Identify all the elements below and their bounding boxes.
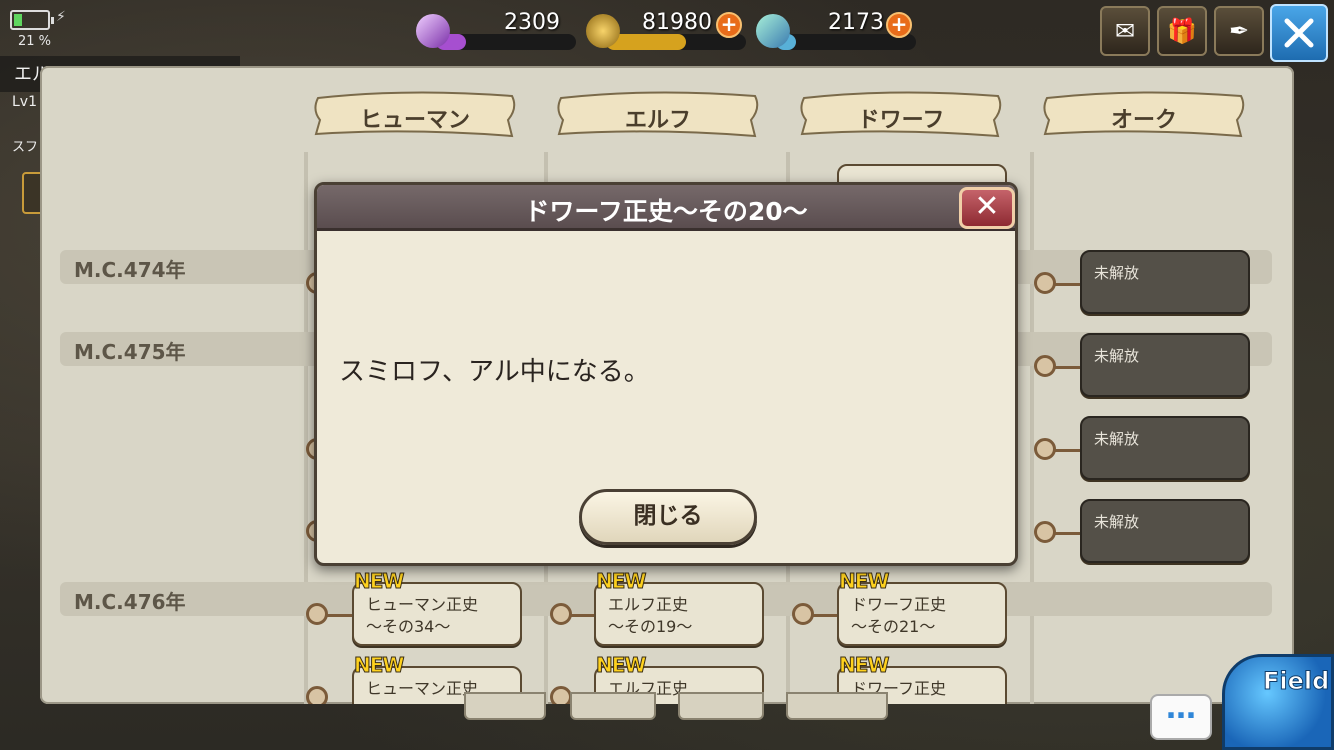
locked-story-card[interactable]: 未解放: [1080, 416, 1250, 480]
timeline-connector: [1054, 532, 1082, 535]
timeline-node: [1034, 438, 1056, 460]
new-badge: NEW: [353, 569, 404, 593]
chat-icon: …: [1166, 691, 1196, 726]
locked-story-card[interactable]: 未解放: [1080, 499, 1250, 563]
quill-icon[interactable]: ✒: [1214, 6, 1264, 56]
locked-story-card[interactable]: 未解放: [1080, 250, 1250, 314]
card-subtitle: 〜その21〜: [851, 617, 936, 636]
timeline-connector: [326, 614, 354, 617]
gem-icon: [756, 14, 790, 48]
player-subtext: スフ: [12, 140, 39, 155]
bottom-menu-tab[interactable]: [678, 692, 764, 720]
add-gold-button[interactable]: +: [716, 12, 742, 38]
story-card-dwarf-21[interactable]: NEW ドワーフ正史 〜その21〜: [837, 570, 1007, 646]
timeline-connector: [812, 614, 840, 617]
tab-human-label: ヒューマン: [359, 108, 470, 133]
bottom-menu-tab[interactable]: [786, 692, 888, 720]
tab-elf[interactable]: エルフ: [551, 90, 765, 144]
tab-dwarf[interactable]: ドワーフ: [794, 90, 1008, 144]
year-label: M.C.474年: [74, 258, 186, 282]
crystal-value: 2309: [504, 10, 560, 35]
close-dialog-button[interactable]: 閉じる: [579, 489, 757, 545]
close-icon: ✕: [974, 189, 1000, 224]
timeline-node: [306, 603, 328, 625]
tab-orc-label: オーク: [1110, 108, 1177, 133]
crystal-icon: [416, 14, 450, 48]
crystal-currency: 2309: [416, 8, 586, 50]
field-label: Field: [1262, 667, 1330, 696]
locked-label: 未解放: [1094, 430, 1140, 448]
new-badge: NEW: [595, 569, 646, 593]
bottom-menu-tab[interactable]: [464, 692, 546, 720]
story-card-human-34[interactable]: NEW ヒューマン正史 〜その34〜: [352, 570, 522, 646]
close-screen-button[interactable]: [1270, 4, 1328, 62]
charging-icon: ⚡: [56, 9, 66, 25]
timeline-node: [550, 603, 572, 625]
new-badge: NEW: [838, 569, 889, 593]
battery-icon: [10, 10, 54, 30]
crystal-bar: [436, 34, 576, 50]
card-subtitle: 〜その19〜: [608, 617, 693, 636]
new-badge: NEW: [595, 653, 646, 677]
timeline-node: [306, 686, 328, 704]
card-title: エルフ正史: [608, 595, 689, 614]
dialog-close-button[interactable]: ✕: [959, 187, 1015, 229]
add-gem-button[interactable]: +: [886, 12, 912, 38]
card-title: ヒューマン正史: [366, 595, 479, 614]
gift-icon[interactable]: 🎁: [1157, 6, 1207, 56]
timeline-node: [1034, 521, 1056, 543]
field-button[interactable]: Field: [1222, 654, 1334, 750]
card-subtitle: 〜その34〜: [366, 617, 451, 636]
timeline-node: [1034, 272, 1056, 294]
player-level: Lv1: [12, 94, 37, 110]
dialog-message: スミロフ、アル中になる。: [339, 357, 650, 387]
year-label: M.C.476年: [74, 590, 186, 614]
chat-button[interactable]: …: [1150, 694, 1212, 740]
dialog-title: ドワーフ正史〜その20〜: [524, 197, 808, 226]
gem-currency: 2173 +: [756, 8, 926, 50]
tab-elf-label: エルフ: [624, 108, 691, 133]
column-divider: [1030, 152, 1034, 704]
locked-label: 未解放: [1094, 264, 1140, 282]
card-title: ドワーフ正史: [851, 595, 947, 614]
gold-currency: 81980 +: [586, 8, 756, 50]
tab-orc[interactable]: オーク: [1037, 90, 1251, 144]
close-icon: [1284, 18, 1314, 48]
timeline-node: [792, 603, 814, 625]
locked-label: 未解放: [1094, 513, 1140, 531]
locked-label: 未解放: [1094, 347, 1140, 365]
timeline-connector: [1054, 366, 1082, 369]
battery-percent: 21 %: [18, 34, 52, 49]
dialog-header: ドワーフ正史〜その20〜: [317, 185, 1015, 231]
mail-icon[interactable]: ✉: [1100, 6, 1150, 56]
locked-story-card[interactable]: 未解放: [1080, 333, 1250, 397]
gold-value: 81980: [642, 10, 712, 35]
gem-value: 2173: [828, 10, 884, 35]
year-label: M.C.475年: [74, 340, 186, 364]
timeline-connector: [1054, 283, 1082, 286]
column-divider: [304, 152, 308, 704]
timeline-node: [1034, 355, 1056, 377]
story-dialog: ドワーフ正史〜その20〜 ✕ スミロフ、アル中になる。 閉じる: [314, 182, 1018, 566]
bottom-menu-tab[interactable]: [570, 692, 656, 720]
timeline-node: [550, 686, 572, 704]
new-badge: NEW: [353, 653, 404, 677]
timeline-connector: [1054, 449, 1082, 452]
gold-coin-icon: [586, 14, 620, 48]
story-card-elf-19[interactable]: NEW エルフ正史 〜その19〜: [594, 570, 764, 646]
new-badge: NEW: [838, 653, 889, 677]
tab-dwarf-label: ドワーフ: [857, 108, 945, 133]
tab-human[interactable]: ヒューマン: [308, 90, 522, 144]
